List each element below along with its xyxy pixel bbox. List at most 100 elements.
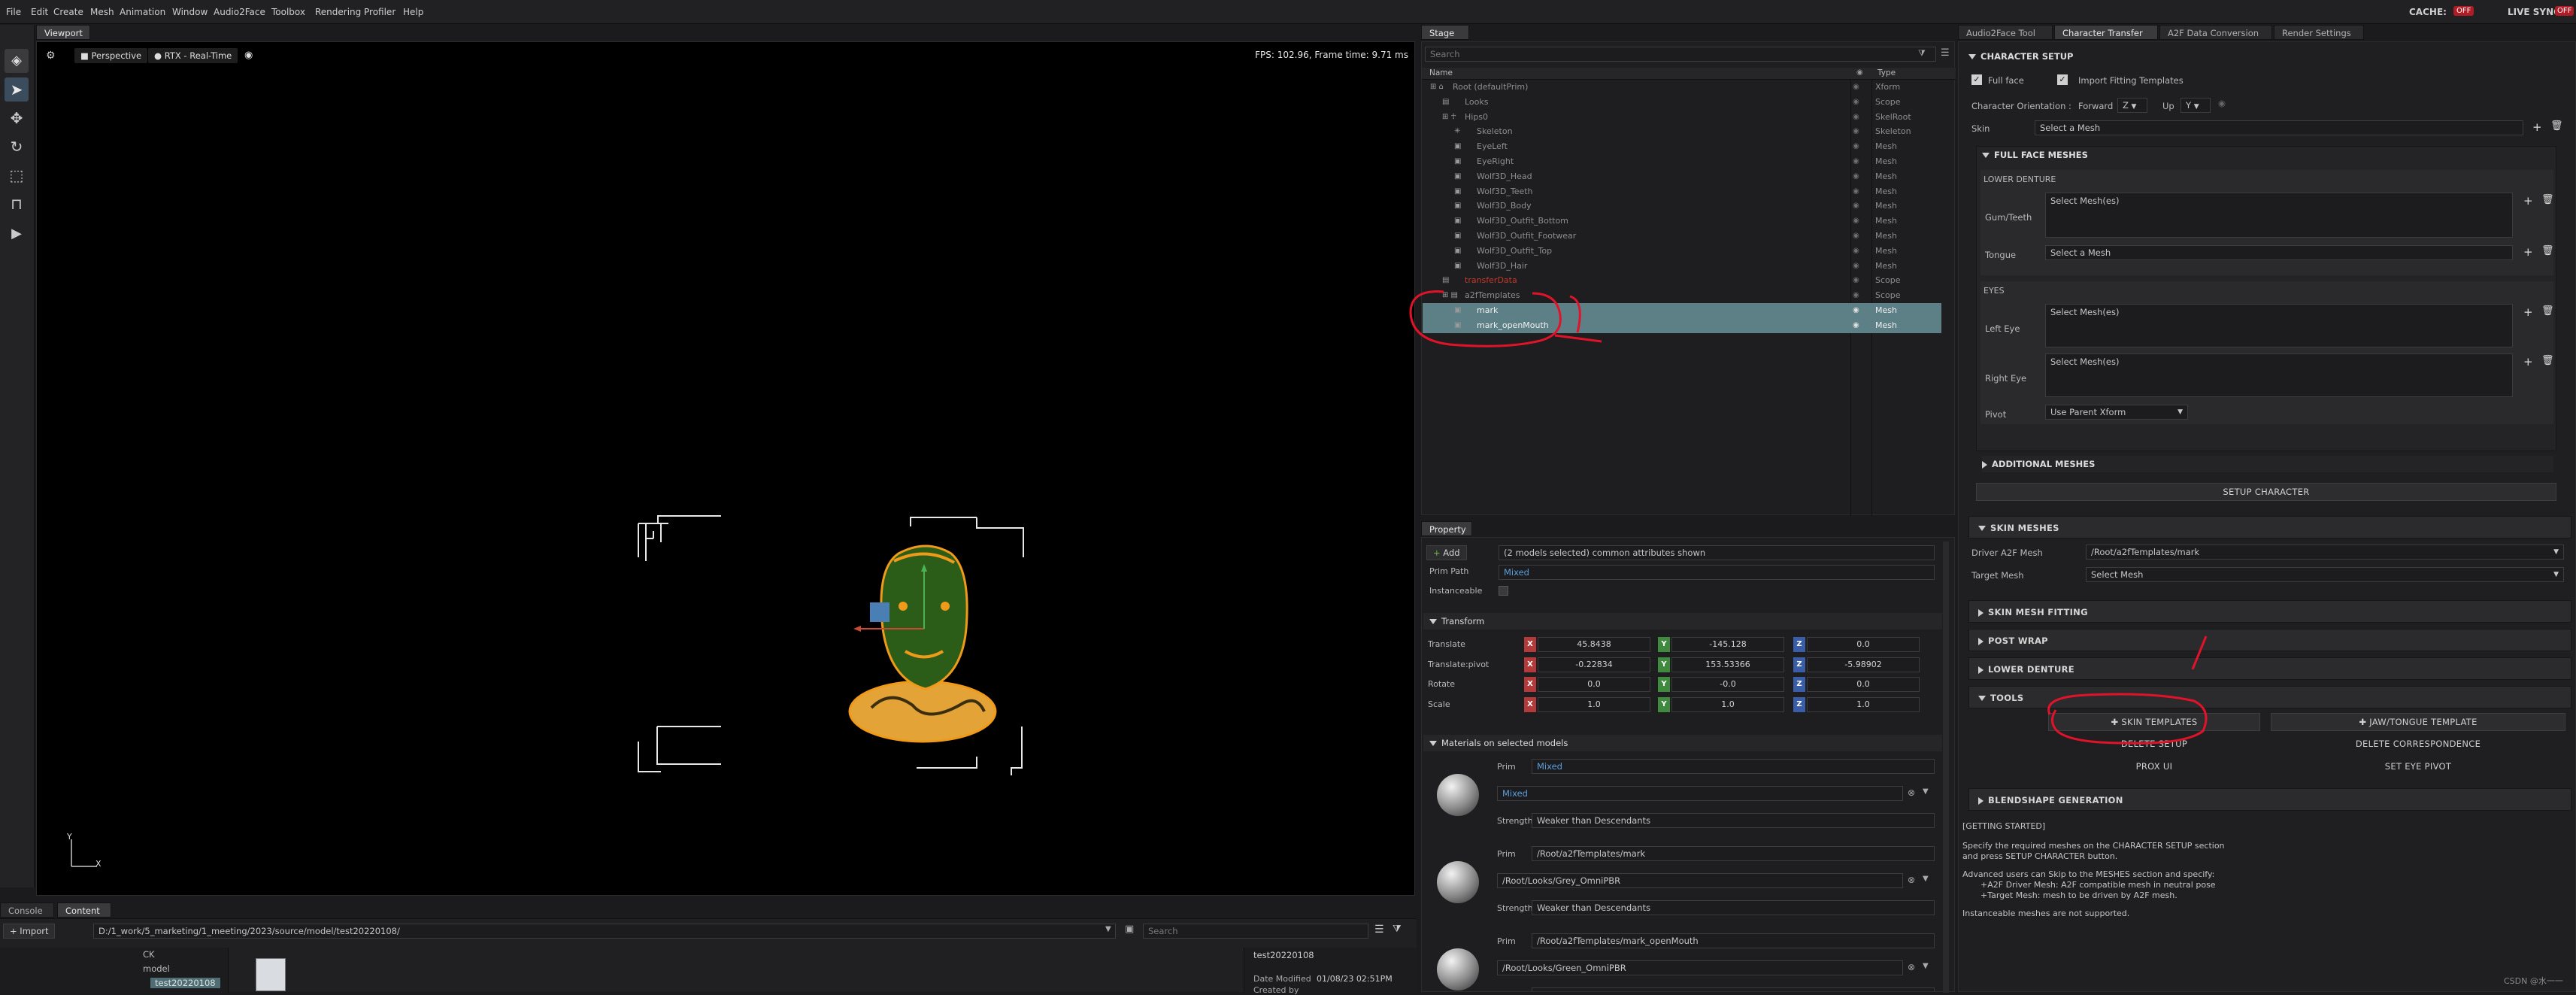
- stage-search-input[interactable]: Search: [1425, 47, 1936, 62]
- import-button[interactable]: + Import: [3, 924, 56, 939]
- right-eye-field[interactable]: Select Mesh(es): [2045, 353, 2513, 397]
- set-eye-pivot-button[interactable]: SET EYE PIVOT: [2271, 758, 2565, 776]
- jaw-tongue-template-button[interactable]: ✚ JAW/TONGUE TEMPLATE: [2271, 713, 2565, 731]
- visibility-eye-icon[interactable]: ◉: [1853, 169, 1859, 184]
- tab-render-settings[interactable]: Render Settings: [2274, 25, 2364, 40]
- material-dropdown-icon[interactable]: ▼: [1923, 875, 1929, 883]
- visibility-eye-icon[interactable]: ◉: [1853, 244, 1859, 259]
- transform-z-field[interactable]: -5.98902: [1807, 657, 1920, 672]
- stage-filter-icon[interactable]: ⧩: [1918, 48, 1926, 59]
- property-scrollbar[interactable]: [1943, 541, 1949, 993]
- target-mesh-select[interactable]: Select Mesh ▼: [2086, 567, 2564, 582]
- transform-y-field[interactable]: -0.0: [1671, 677, 1784, 692]
- transform-z-field[interactable]: 0.0: [1807, 677, 1920, 692]
- full-face-meshes-header[interactable]: FULL FACE MESHES: [1982, 147, 2088, 163]
- transform-x-field[interactable]: 1.0: [1538, 696, 1650, 712]
- tab-viewport[interactable]: Viewport: [36, 25, 90, 40]
- driver-mesh-select[interactable]: /Root/a2fTemplates/mark ▼: [2086, 545, 2564, 560]
- material-dropdown-icon[interactable]: ▼: [1923, 787, 1929, 796]
- transform-y-field[interactable]: 153.53366: [1671, 657, 1784, 672]
- gizmo-plane-handle[interactable]: [870, 602, 889, 622]
- instanceable-checkbox[interactable]: [1499, 586, 1508, 596]
- visibility-eye-icon[interactable]: ◉: [244, 50, 253, 61]
- content-search-input[interactable]: Search: [1143, 924, 1368, 939]
- tab-character-transfer[interactable]: Character Transfer: [2054, 25, 2158, 40]
- visibility-eye-icon[interactable]: ◉: [1853, 229, 1859, 244]
- transform-x-field[interactable]: 45.8438: [1538, 637, 1650, 652]
- material-clear-icon[interactable]: ⊗: [1908, 962, 1915, 972]
- material-path-field[interactable]: /Root/Looks/Green_OmniPBR: [1497, 960, 1903, 975]
- content-path-field[interactable]: D:/1_work/5_marketing/1_meeting/2023/sou…: [93, 924, 1116, 939]
- stage-row-looks[interactable]: ▤ Looks ◉ Scope: [1423, 95, 1941, 110]
- skin-delete-icon[interactable]: 🗑: [2550, 120, 2563, 132]
- material-preview-sphere[interactable]: [1437, 861, 1479, 903]
- blendshape-generation-header[interactable]: BLENDSHAPE GENERATION: [1968, 788, 2571, 811]
- gum-add-icon[interactable]: +: [2523, 194, 2533, 208]
- scene-meshes[interactable]: [631, 501, 1052, 787]
- visibility-eye-icon[interactable]: ◉: [1853, 139, 1859, 154]
- material-clear-icon[interactable]: ⊗: [1908, 787, 1915, 798]
- menu-profiler[interactable]: Profiler: [364, 7, 395, 17]
- stage-row-wolf3d-teeth[interactable]: ▣ Wolf3D_Teeth ◉ Mesh: [1423, 184, 1941, 199]
- path-dropdown-icon[interactable]: ▼: [1105, 925, 1111, 933]
- rotate-tool-icon[interactable]: ↻: [5, 135, 29, 159]
- character-setup-header[interactable]: CHARACTER SETUP: [1968, 48, 2570, 65]
- menu-mesh[interactable]: Mesh: [90, 7, 114, 17]
- visibility-eye-icon[interactable]: ◉: [1853, 95, 1859, 110]
- menu-rendering[interactable]: Rendering: [315, 7, 361, 17]
- visibility-eye-icon[interactable]: ◉: [1853, 199, 1859, 214]
- material-path-field[interactable]: /Root/Looks/Grey_OmniPBR: [1497, 873, 1903, 888]
- tongue-add-icon[interactable]: +: [2523, 245, 2533, 259]
- transform-header[interactable]: Transform: [1423, 613, 1942, 629]
- strength-select[interactable]: Weaker than Descendants: [1532, 900, 1935, 915]
- play-icon[interactable]: ▶: [5, 222, 29, 246]
- up-select[interactable]: Y ▼: [2181, 98, 2211, 113]
- transform-y-field[interactable]: -145.128: [1671, 637, 1784, 652]
- visibility-eye-icon[interactable]: ◉: [1853, 273, 1859, 288]
- additional-meshes-header[interactable]: ADDITIONAL MESHES: [1982, 456, 2553, 472]
- materials-header[interactable]: Materials on selected models: [1423, 735, 1942, 751]
- stage-row-wolf3d-outfit-bottom[interactable]: ▣ Wolf3D_Outfit_Bottom ◉ Mesh: [1423, 214, 1941, 229]
- tab-stage[interactable]: Stage: [1421, 25, 1469, 40]
- visibility-eye-icon[interactable]: ◉: [1853, 124, 1859, 139]
- stage-row-hips0[interactable]: ⊞ ☥ Hips0 ◉ SkelRoot: [1423, 110, 1941, 125]
- stage-row-wolf3d-outfit-top[interactable]: ▣ Wolf3D_Outfit_Top ◉ Mesh: [1423, 244, 1941, 259]
- menu-edit[interactable]: Edit: [31, 7, 48, 17]
- left-eye-add-icon[interactable]: +: [2523, 305, 2533, 319]
- transform-z-field[interactable]: 1.0: [1807, 696, 1920, 712]
- material-path-field[interactable]: Mixed: [1497, 786, 1903, 801]
- setup-character-button[interactable]: SETUP CHARACTER: [1976, 483, 2556, 501]
- viewport-settings-icon[interactable]: ⚙: [46, 50, 56, 62]
- visibility-eye-icon[interactable]: ◉: [1853, 184, 1859, 199]
- renderer-button[interactable]: ● RTX - Real-Time: [148, 48, 238, 63]
- skin-mesh-fitting-header[interactable]: SKIN MESH FITTING: [1968, 600, 2571, 623]
- transform-y-field[interactable]: 1.0: [1671, 696, 1784, 712]
- stage-row-eyeleft[interactable]: ▣ EyeLeft ◉ Mesh: [1423, 139, 1941, 154]
- menu-window[interactable]: Window: [172, 7, 208, 17]
- stage-row-eyeright[interactable]: ▣ EyeRight ◉ Mesh: [1423, 154, 1941, 169]
- visibility-eye-icon[interactable]: ◉: [1853, 288, 1859, 303]
- prim-path-field[interactable]: Mixed: [1499, 565, 1935, 580]
- skin-add-icon[interactable]: +: [2532, 120, 2542, 134]
- stage-row-wolf3d-body[interactable]: ▣ Wolf3D_Body ◉ Mesh: [1423, 199, 1941, 214]
- right-eye-add-icon[interactable]: +: [2523, 355, 2533, 369]
- pivot-select[interactable]: Use Parent Xform ▼: [2045, 405, 2188, 420]
- tree-item-test[interactable]: test20220108: [150, 978, 220, 988]
- visibility-eye-icon[interactable]: ◉: [1853, 303, 1859, 318]
- live-sync-toggle[interactable]: OFF: [2555, 6, 2574, 16]
- stage-row-skeleton[interactable]: ✳ Skeleton ◉ Skeleton: [1423, 124, 1941, 139]
- select-tool-icon[interactable]: ➤: [5, 77, 29, 102]
- menu-animation[interactable]: Animation: [120, 7, 165, 17]
- tree-item-model[interactable]: model: [143, 963, 170, 974]
- visibility-eye-icon[interactable]: ◉: [1853, 110, 1859, 125]
- menu-toolbox[interactable]: Toolbox: [271, 7, 305, 17]
- delete-correspondence-button[interactable]: DELETE CORRESPONDENCE: [2271, 736, 2565, 754]
- move-tool-icon[interactable]: ✥: [5, 106, 29, 130]
- left-eye-delete-icon[interactable]: 🗑: [2541, 305, 2554, 317]
- menu-help[interactable]: Help: [403, 7, 423, 17]
- stage-row-wolf3d-head[interactable]: ▣ Wolf3D_Head ◉ Mesh: [1423, 169, 1941, 184]
- material-preview-sphere[interactable]: [1437, 948, 1479, 990]
- visibility-eye-icon[interactable]: ◉: [1853, 214, 1859, 229]
- stage-row-wolf3d-outfit-footwear[interactable]: ▣ Wolf3D_Outfit_Footwear ◉ Mesh: [1423, 229, 1941, 244]
- tongue-delete-icon[interactable]: 🗑: [2541, 245, 2554, 256]
